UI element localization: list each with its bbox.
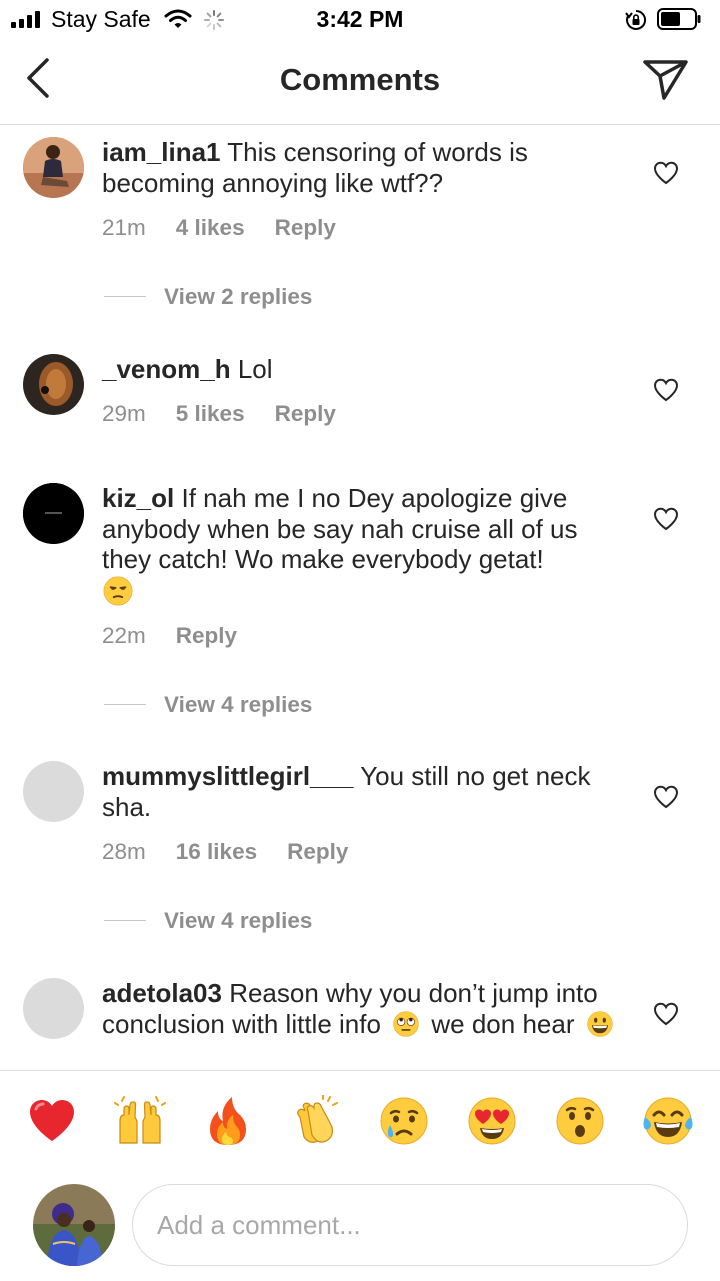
page-title: Comments	[279, 62, 441, 97]
send-icon[interactable]	[640, 56, 690, 102]
comments-list: iam_lina1 This censoring of words is bec…	[0, 125, 720, 1070]
view-replies-label: View 4 replies	[164, 692, 313, 717]
status-bar: Stay Safe 3:42 PM	[0, 0, 720, 40]
tears-of-joy-emoji-button[interactable]	[642, 1095, 694, 1147]
heart-eyes-emoji-button[interactable]	[466, 1095, 518, 1147]
comment-time: 28m	[102, 839, 146, 864]
reply-button[interactable]: Reply	[275, 215, 336, 241]
view-replies-button[interactable]: View 4 replies	[104, 908, 312, 934]
avatar[interactable]	[23, 137, 84, 198]
heart-icon[interactable]	[653, 1002, 679, 1026]
status-time: 3:42 PM	[316, 6, 404, 32]
comment-time: 21m	[102, 215, 146, 240]
current-user-avatar	[33, 1184, 115, 1266]
view-replies-label: View 4 replies	[164, 908, 313, 933]
comment-likes[interactable]: 4 likes	[176, 215, 245, 241]
comment-composer-area	[0, 1070, 720, 1281]
comment-username[interactable]: iam_lina1	[102, 137, 221, 167]
unamused-face-emoji	[102, 575, 134, 607]
fire-emoji-button[interactable]	[202, 1095, 254, 1147]
comment-username[interactable]: kiz_ol	[102, 483, 174, 513]
avatar[interactable]	[23, 761, 84, 822]
divider	[104, 703, 146, 705]
raising-hands-emoji-button[interactable]	[114, 1095, 166, 1147]
reply-button[interactable]: Reply	[275, 401, 336, 427]
nav-bar: Comments	[0, 40, 720, 125]
view-replies-button[interactable]: View 4 replies	[104, 692, 312, 718]
heart-icon[interactable]	[653, 507, 679, 531]
clapping-hands-emoji-button[interactable]	[290, 1095, 342, 1147]
comment-text: If nah me I no Dey apologize give anybod…	[102, 483, 578, 574]
view-replies-label: View 2 replies	[164, 284, 313, 309]
comment-username[interactable]: _venom_h	[102, 354, 231, 384]
reply-button[interactable]: Reply	[176, 623, 237, 649]
divider	[104, 919, 146, 921]
crying-face-emoji-button[interactable]	[378, 1095, 430, 1147]
comment-username[interactable]: mummyslittlegirl___	[102, 761, 353, 791]
hushed-face-emoji-button[interactable]	[554, 1095, 606, 1147]
comment-time: 29m	[102, 401, 146, 426]
rolling-eyes-emoji	[392, 1010, 420, 1038]
grinning-face-emoji	[586, 1010, 614, 1038]
comment-text: we don hear	[431, 1008, 575, 1039]
battery-icon	[657, 8, 701, 30]
comment-likes[interactable]: 5 likes	[176, 401, 245, 427]
heart-icon[interactable]	[653, 378, 679, 402]
divider	[104, 295, 146, 297]
reply-button[interactable]: Reply	[287, 839, 348, 865]
heart-icon[interactable]	[653, 161, 679, 185]
comment-likes[interactable]: 16 likes	[176, 839, 257, 865]
avatar[interactable]	[23, 483, 84, 544]
red-heart-emoji-button[interactable]	[26, 1095, 78, 1147]
view-replies-button[interactable]: View 2 replies	[104, 284, 312, 310]
orientation-lock-icon	[625, 9, 647, 30]
quick-reactions-bar	[0, 1095, 720, 1155]
comment-text: Lol	[237, 354, 273, 384]
avatar[interactable]	[23, 978, 84, 1039]
comment-username[interactable]: adetola03	[102, 978, 222, 1008]
comment-time: 22m	[102, 623, 146, 648]
heart-icon[interactable]	[653, 785, 679, 809]
comment-input[interactable]	[132, 1184, 688, 1266]
avatar[interactable]	[23, 354, 84, 415]
